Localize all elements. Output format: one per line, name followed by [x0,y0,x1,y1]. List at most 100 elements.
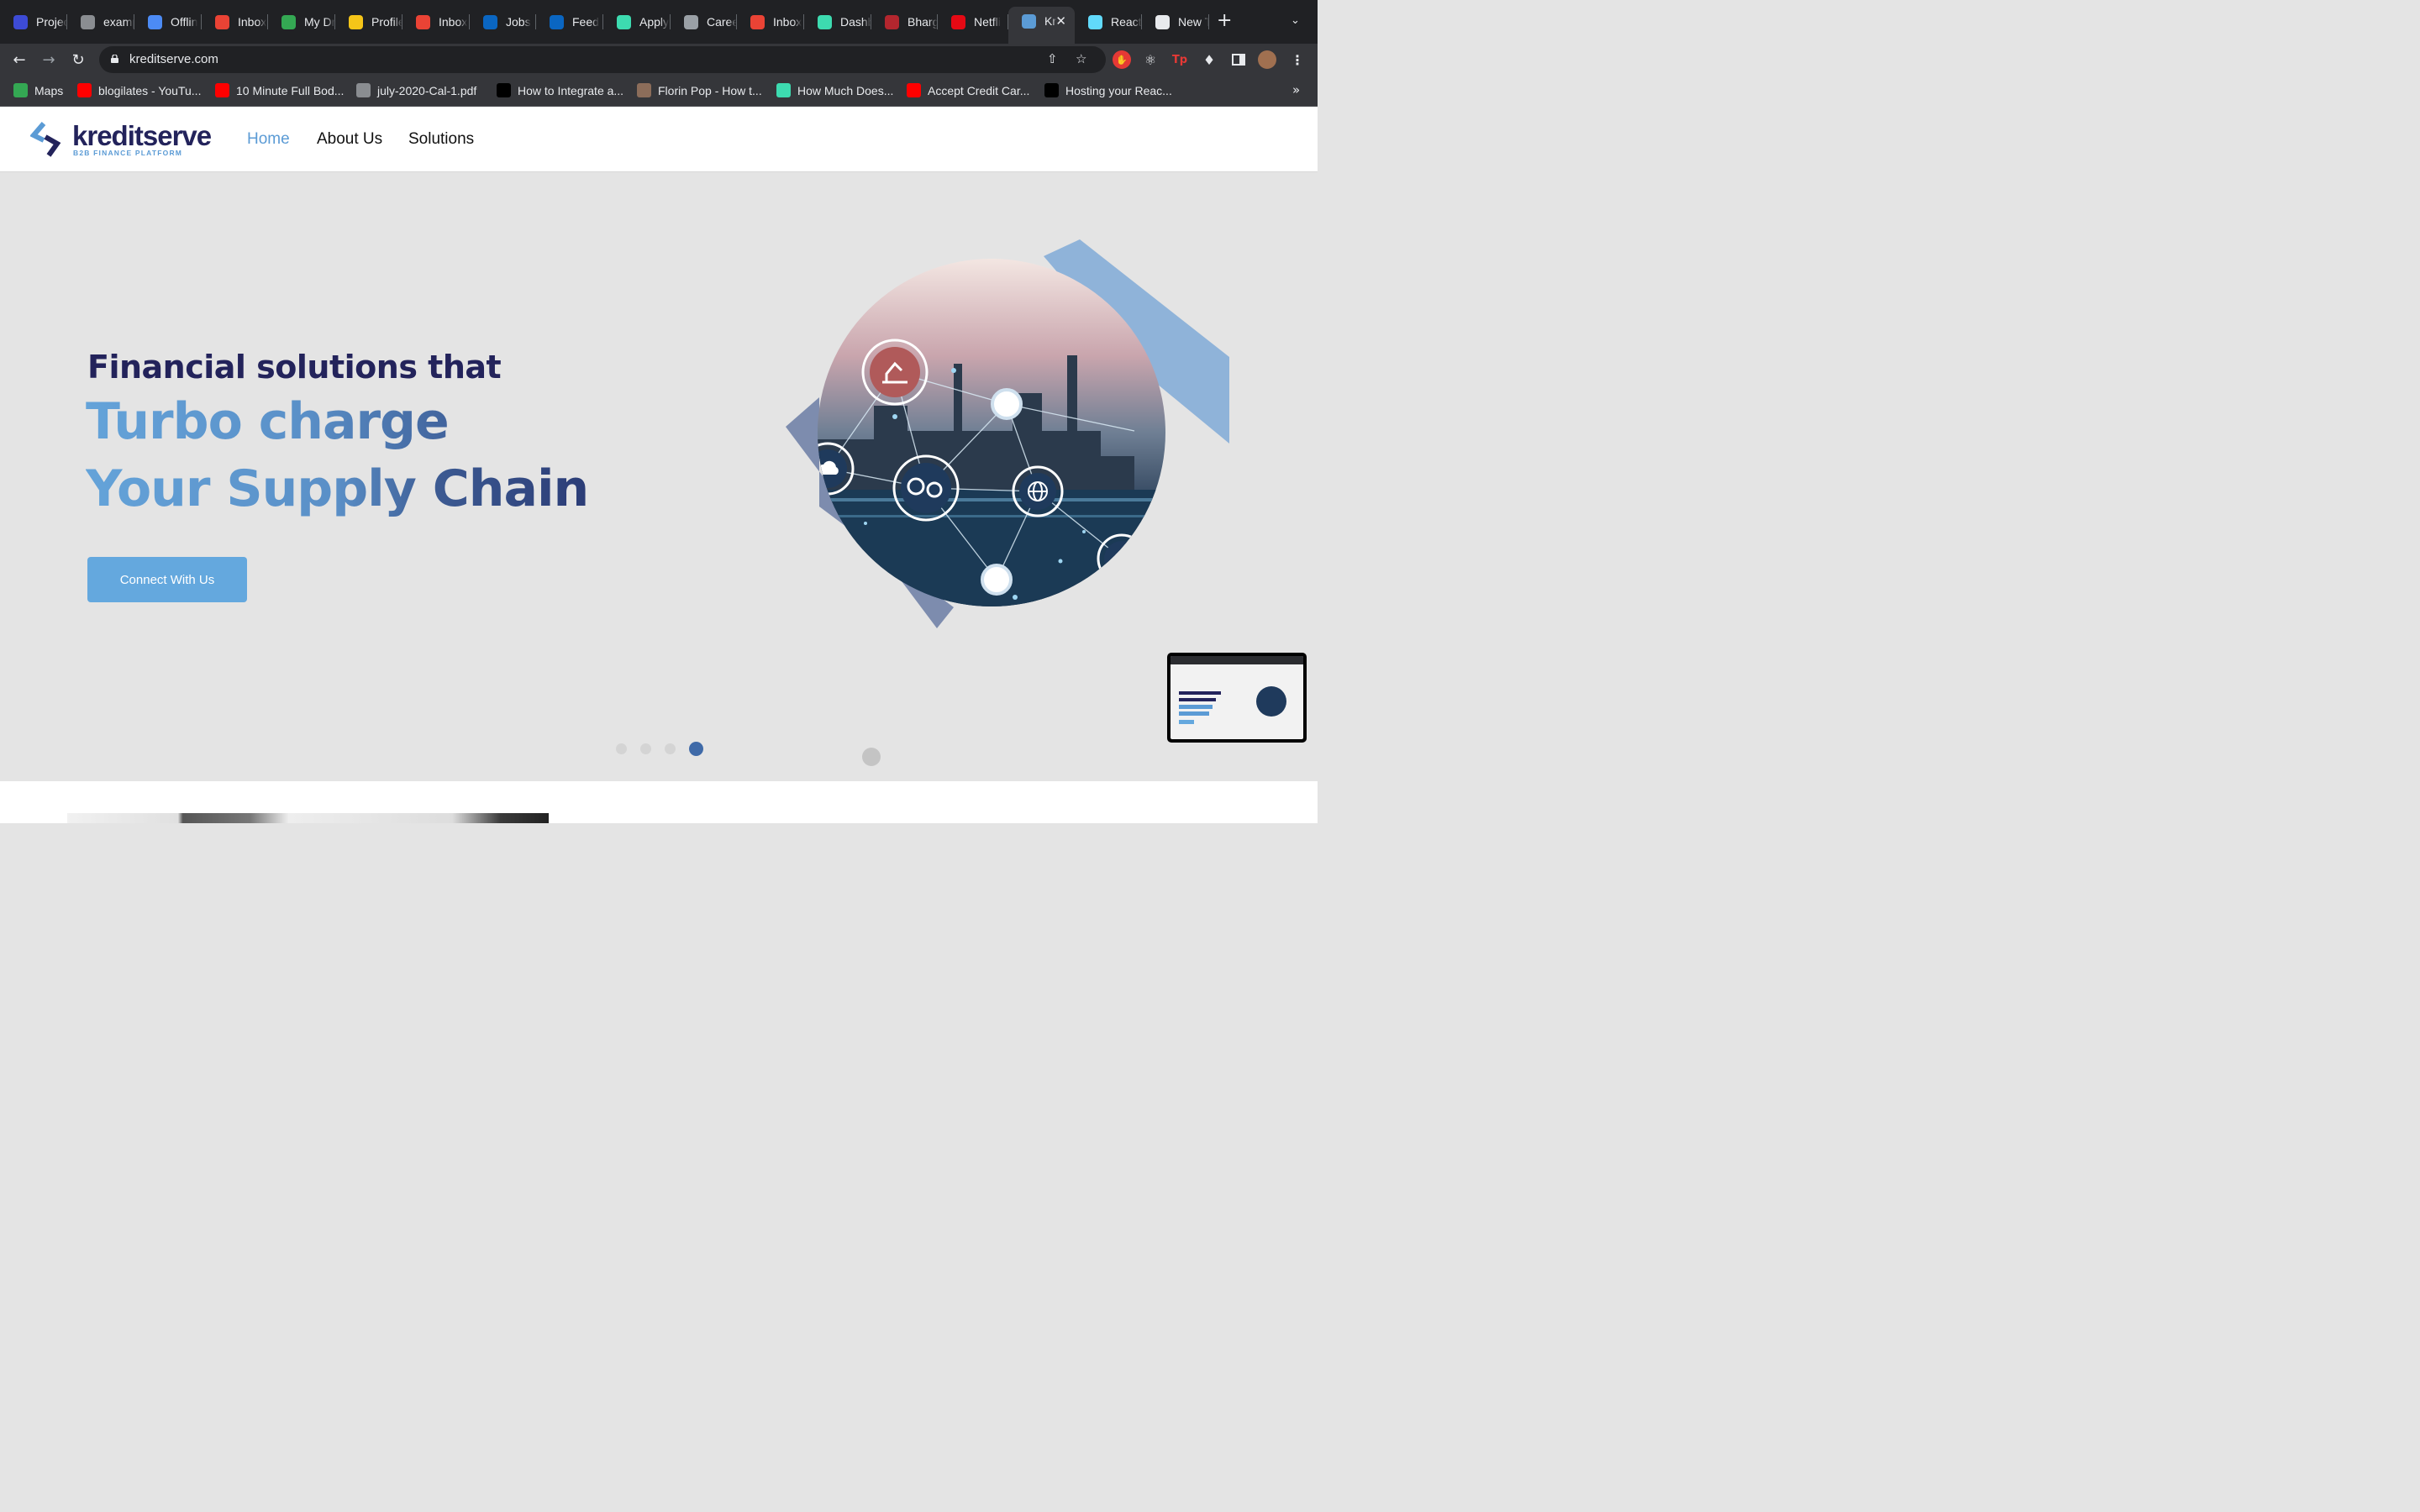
kebab-menu-icon[interactable]: ⋮ [1288,50,1307,69]
linkedin-icon [550,14,564,29]
bookmark-4[interactable]: How to Integrate a... [497,83,623,97]
tab-11[interactable]: Inbox [737,8,804,35]
tab-0[interactable]: Projec [0,8,67,35]
new-tab-button[interactable]: + [1217,12,1232,30]
bookmark-1[interactable]: blogilates - YouTu... [77,83,201,97]
forward-arrow-icon[interactable]: → [39,50,59,70]
back-arrow-icon[interactable]: ← [9,50,29,70]
tab-12[interactable]: Dashb [804,8,871,35]
bookmark-label: Maps [34,83,64,97]
bookmark-7[interactable]: Accept Credit Car... [907,83,1029,97]
bookmark-label: How to Integrate a... [518,83,624,97]
nav-solutions[interactable]: Solutions [408,130,474,149]
tab-14[interactable]: Netfli [938,8,1008,35]
tab-4[interactable]: My Dr [268,8,335,35]
tab-3[interactable]: Inbox [202,8,268,35]
gears-node-icon [892,454,960,522]
share-icon[interactable]: ⇧ [1047,51,1058,66]
globe-icon [356,83,371,97]
tab-label: Profile [371,15,402,29]
connect-with-us-button[interactable]: Connect With Us [87,557,247,602]
tab-9[interactable]: Apply [603,8,671,35]
youtube-icon [215,83,229,97]
chrome-icon [1155,14,1170,29]
tab-label: React [1111,15,1142,29]
bookmark-5[interactable]: Florin Pop - How t... [637,83,762,97]
carousel-dot-4[interactable] [689,742,703,756]
tab-label: Dashb [840,15,871,29]
nav-about-us[interactable]: About Us [317,130,382,149]
feather-icon [885,14,899,29]
kreditserve-logo[interactable]: kreditserve B2B FINANCE PLATFORM [30,120,224,160]
medium-icon [1044,83,1059,97]
lightning-icon [497,83,511,97]
reload-icon[interactable]: ↻ [68,50,88,70]
tab-label: Caree [707,15,737,29]
tab-label: Inbox [238,15,267,29]
side-panel-icon[interactable] [1229,50,1248,69]
bookmark-label: july-2020-Cal-1.pdf [377,83,477,97]
bookmark-2[interactable]: 10 Minute Full Bod... [215,83,344,97]
profile-avatar-icon[interactable] [1258,50,1276,69]
carousel-dot-1[interactable] [616,743,627,754]
tp-extension-icon[interactable]: Tp [1171,50,1189,69]
tab-label: Offlin [171,15,198,29]
google-drive-icon [281,14,296,29]
netflix-icon [951,14,965,29]
youtube-icon [907,83,921,97]
tab-label: New T [1178,15,1209,29]
adblock-extension-icon[interactable]: ✋ [1113,50,1131,69]
hero-headline-line1: Financial solutions that [87,349,502,386]
extensions-puzzle-icon[interactable]: ♦ [1200,50,1218,69]
lock-icon [111,55,118,63]
youtube-icon [77,83,92,97]
react-icon [1088,14,1102,29]
bookmark-6[interactable]: How Much Does... [776,83,893,97]
bookmark-label: How Much Does... [797,83,894,97]
bookmark-label: Accept Credit Car... [928,83,1030,97]
scroll-indicator[interactable] [862,748,881,766]
avatar-icon [637,83,651,97]
carousel-dot-3[interactable] [665,743,676,754]
tab-label: Feed [572,15,599,29]
logo-wordmark: kreditserve [72,120,212,151]
bookmark-0[interactable]: Maps [13,83,63,97]
tab-2[interactable]: Offlin [134,8,202,35]
bookmark-label: Florin Pop - How t... [658,83,762,97]
nav-home[interactable]: Home [247,130,290,149]
bookmark-3[interactable]: july-2020-Cal-1.pdf [356,83,476,97]
more-bookmarks-icon[interactable]: » [1292,82,1300,97]
tab-17[interactable]: New T [1142,8,1209,35]
tab-16[interactable]: React [1075,8,1142,35]
tab-15[interactable]: Kr ✕ [1008,7,1075,44]
tab-search-chevron-icon[interactable]: ⌄ [1291,14,1300,27]
address-bar[interactable]: kreditserve.com ⇧ ☆ [99,46,1106,73]
tab-5[interactable]: Profile [335,8,402,35]
tab-1[interactable]: examp [67,8,134,35]
site-header: kreditserve B2B FINANCE PLATFORM Home Ab… [0,107,1318,172]
screenshot-preview-thumbnail[interactable] [1167,653,1307,743]
tab-label: My Dr [304,15,335,29]
close-tab-icon[interactable]: ✕ [1055,13,1066,29]
react-devtools-icon[interactable]: ⚛ [1141,50,1160,69]
tab-10[interactable]: Caree [671,8,737,35]
tab-7[interactable]: Jobs [470,8,536,35]
maps-icon [13,83,28,97]
gmail-icon [416,14,430,29]
tab-6[interactable]: Inbox [402,8,470,35]
bookmark-8[interactable]: Hosting your Reac... [1044,83,1172,97]
tab-label: Inbox [439,15,468,29]
robot-arm-node-icon [861,339,929,406]
bird-icon [818,14,832,29]
bookmark-star-icon[interactable]: ☆ [1076,51,1086,66]
tab-13[interactable]: Bharg [871,8,938,35]
bird-icon [617,14,631,29]
apple-icon [684,14,698,29]
globe-icon [81,14,95,29]
section-image [67,813,549,823]
carousel-dot-2[interactable] [640,743,651,754]
network-node-icon [991,388,1023,420]
ucsc-icon [13,14,28,29]
tab-8[interactable]: Feed [536,8,603,35]
tab-label: Kr [1044,14,1056,28]
